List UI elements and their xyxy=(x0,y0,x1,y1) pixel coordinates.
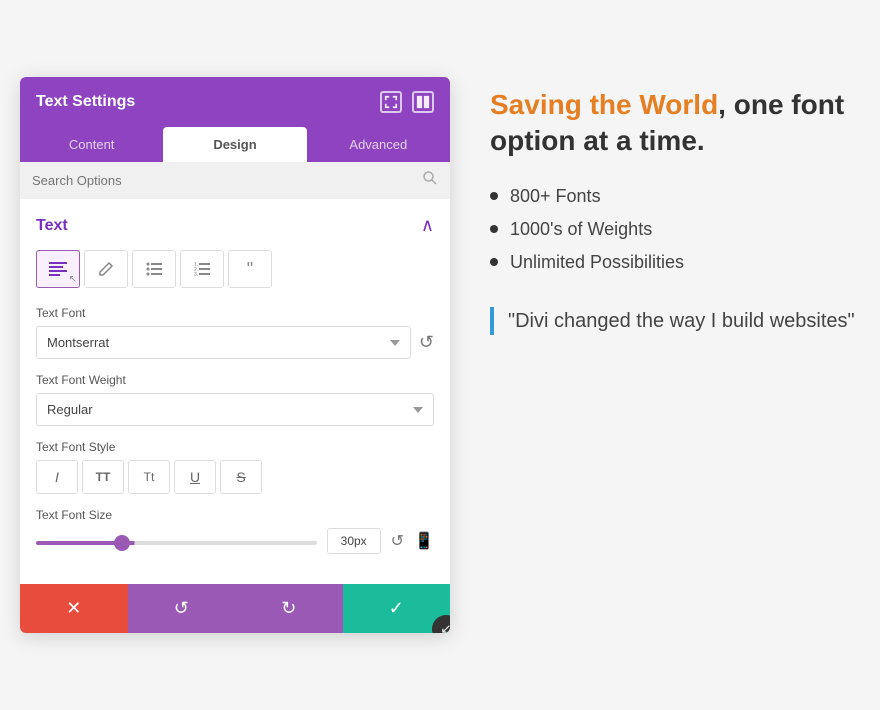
text-icon-toolbar: ↖ 1.2.3. " xyxy=(36,250,434,288)
tabs: Content Design Advanced xyxy=(20,127,450,162)
size-slider[interactable] xyxy=(36,541,317,545)
feature-list: 800+ Fonts 1000's of Weights Unlimited P… xyxy=(490,180,860,279)
section-header: Text ∧ xyxy=(36,215,434,236)
weight-row: Text Font Weight Regular xyxy=(36,373,434,426)
weight-label: Text Font Weight xyxy=(36,373,434,387)
capitalize-button[interactable]: Tt xyxy=(128,460,170,494)
strikethrough-button[interactable]: S xyxy=(220,460,262,494)
right-content: Saving the World, one font option at a t… xyxy=(490,77,860,345)
font-row: Text Font Montserrat ↺ xyxy=(36,306,434,359)
font-select-wrap: Montserrat ↺ xyxy=(36,326,434,359)
feature-text-3: Unlimited Possibilities xyxy=(510,252,684,273)
pen-button[interactable] xyxy=(84,250,128,288)
quote-block: "Divi changed the way I build websites" xyxy=(490,307,860,335)
quote-button[interactable]: " xyxy=(228,250,272,288)
headline: Saving the World, one font option at a t… xyxy=(490,87,860,160)
cancel-button[interactable]: ✕ xyxy=(20,584,128,633)
size-input[interactable]: 30px xyxy=(327,528,381,554)
tab-content[interactable]: Content xyxy=(20,127,163,162)
weight-select[interactable]: Regular xyxy=(36,393,434,426)
font-select[interactable]: Montserrat xyxy=(36,326,411,359)
search-input[interactable] xyxy=(32,173,422,188)
panel-content: Text ∧ ↖ 1.2.3. " xyxy=(20,199,450,584)
split-icon[interactable] xyxy=(412,91,434,113)
align-left-button[interactable]: ↖ xyxy=(36,250,80,288)
style-buttons: I TT Tt U S xyxy=(36,460,434,494)
panel-header: Text Settings xyxy=(20,77,450,127)
weight-select-wrap: Regular xyxy=(36,393,434,426)
feature-text-2: 1000's of Weights xyxy=(510,219,652,240)
cursor-indicator: ↖ xyxy=(69,274,77,285)
redo-button[interactable]: ↻ xyxy=(235,584,343,633)
uppercase-button[interactable]: TT xyxy=(82,460,124,494)
section-title: Text xyxy=(36,217,68,235)
font-label: Text Font xyxy=(36,306,434,320)
slider-wrap xyxy=(36,532,317,550)
feature-item-2: 1000's of Weights xyxy=(490,213,860,246)
action-bar: ✕ ↺ ↻ ✓ xyxy=(20,584,450,633)
feature-item-3: Unlimited Possibilities xyxy=(490,246,860,279)
size-row: Text Font Size 30px ↺ 📱 xyxy=(36,508,434,554)
tab-design[interactable]: Design xyxy=(163,127,306,162)
style-label: Text Font Style xyxy=(36,440,434,454)
bullet-2 xyxy=(490,225,498,233)
bullet-1 xyxy=(490,192,498,200)
ordered-list-button[interactable]: 1.2.3. xyxy=(180,250,224,288)
style-row: Text Font Style I TT Tt U S xyxy=(36,440,434,494)
svg-text:3.: 3. xyxy=(194,272,198,276)
tab-advanced[interactable]: Advanced xyxy=(307,127,450,162)
search-icon xyxy=(422,170,438,191)
search-bar xyxy=(20,162,450,199)
slider-row: 30px ↺ 📱 xyxy=(36,528,434,554)
undo-button[interactable]: ↺ xyxy=(128,584,236,633)
underline-button[interactable]: U xyxy=(174,460,216,494)
headline-accent: Saving the World xyxy=(490,89,718,120)
mobile-icon[interactable]: 📱 xyxy=(414,531,434,551)
panel-title: Text Settings xyxy=(36,93,135,111)
feature-text-1: 800+ Fonts xyxy=(510,186,601,207)
list-button[interactable] xyxy=(132,250,176,288)
italic-button[interactable]: I xyxy=(36,460,78,494)
text-settings-panel: Text Settings Content Design Advanced xyxy=(20,77,450,633)
collapse-icon[interactable]: ∧ xyxy=(421,215,434,236)
font-reset-button[interactable]: ↺ xyxy=(419,332,434,353)
header-icons xyxy=(380,91,434,113)
expand-icon[interactable] xyxy=(380,91,402,113)
size-label: Text Font Size xyxy=(36,508,434,522)
quote-text: "Divi changed the way I build websites" xyxy=(508,307,860,335)
feature-item-1: 800+ Fonts xyxy=(490,180,860,213)
bullet-3 xyxy=(490,258,498,266)
size-reset-button[interactable]: ↺ xyxy=(391,531,404,551)
